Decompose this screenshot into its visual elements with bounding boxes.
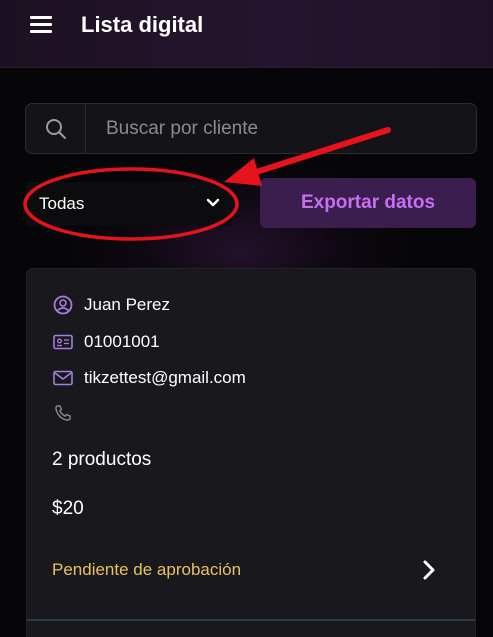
customer-id-row: 01001001	[52, 331, 160, 353]
status-label: Pendiente de aprobación	[52, 560, 242, 579]
order-total: $20	[52, 498, 84, 519]
customer-phone-row	[52, 402, 84, 424]
phone-icon	[52, 402, 74, 424]
customer-email: tikzettest@gmail.com	[84, 368, 246, 387]
customer-email-row: tikzettest@gmail.com	[52, 367, 246, 389]
top-app-bar: Lista digital	[0, 0, 493, 68]
id-card-icon	[52, 331, 74, 353]
search-icon[interactable]	[26, 104, 86, 153]
highlight-ellipse	[23, 167, 239, 241]
page-title: Lista digital	[81, 12, 204, 37]
order-status-link[interactable]: Pendiente de aprobación	[27, 551, 475, 591]
card-divider	[27, 619, 475, 621]
user-circle-icon	[52, 294, 74, 316]
chevron-right-icon[interactable]	[419, 559, 439, 581]
product-count: 2 productos	[52, 449, 152, 470]
mail-icon	[52, 367, 74, 389]
customer-name-row: Juan Perez	[52, 294, 170, 316]
customer-name: Juan Perez	[84, 295, 170, 314]
annotation-arrow-icon	[224, 127, 391, 186]
hamburger-menu-icon[interactable]	[30, 16, 52, 34]
order-card[interactable]: Juan Perez 01001001 tikzettest@gmail.com	[26, 268, 476, 637]
customer-document-id: 01001001	[84, 332, 160, 351]
